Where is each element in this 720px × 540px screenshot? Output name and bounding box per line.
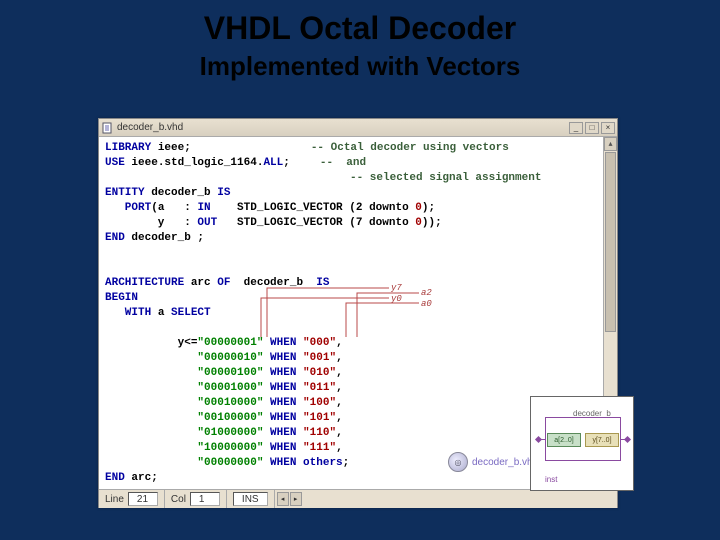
status-ins[interactable]: INS xyxy=(227,490,275,508)
scroll-thumb[interactable] xyxy=(605,152,616,332)
annot-y0: y0 xyxy=(391,292,402,307)
titlebar[interactable]: decoder_b.vhd _ □ × xyxy=(99,119,617,137)
file-chip[interactable]: ◎ decoder_b.vhd xyxy=(448,452,538,472)
minimize-button[interactable]: _ xyxy=(569,122,583,134)
annot-a0: a0 xyxy=(421,297,432,312)
symbol-diagram: decoder_b a[2..0] y[7..0] inst xyxy=(530,396,634,491)
inst-label: inst xyxy=(545,475,557,484)
status-col-value: 1 xyxy=(190,492,220,506)
page-subtitle: Implemented with Vectors xyxy=(0,47,720,92)
status-line: Line 21 xyxy=(99,490,165,508)
window-title: decoder_b.vhd xyxy=(117,122,569,133)
maximize-button[interactable]: □ xyxy=(585,122,599,134)
statusbar: Line 21 Col 1 INS ◂ ▸ xyxy=(99,490,617,508)
status-line-value: 21 xyxy=(128,492,158,506)
status-left-icon[interactable]: ◂ xyxy=(277,492,289,506)
port-y: y[7..0] xyxy=(585,433,619,447)
file-chip-label: decoder_b.vhd xyxy=(472,457,538,468)
disc-icon: ◎ xyxy=(448,452,468,472)
status-col: Col 1 xyxy=(165,490,227,508)
scroll-up-icon[interactable]: ▴ xyxy=(604,137,617,151)
port-a: a[2..0] xyxy=(547,433,581,447)
page-title: VHDL Octal Decoder xyxy=(0,0,720,47)
file-icon xyxy=(101,122,113,134)
status-right-icon[interactable]: ▸ xyxy=(290,492,302,506)
close-button[interactable]: × xyxy=(601,122,615,134)
